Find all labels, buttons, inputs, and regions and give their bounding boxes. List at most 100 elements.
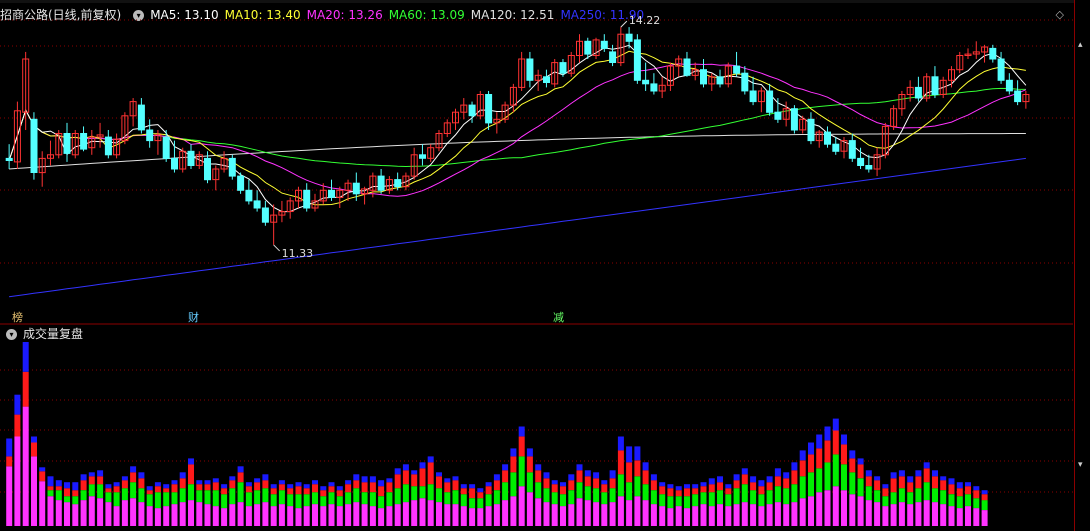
volume-bar-magenta — [808, 496, 814, 526]
candle-down — [162, 136, 170, 159]
volume-bar-red — [874, 480, 881, 491]
volume-bar-green — [543, 488, 550, 503]
volume-bar-blue — [725, 484, 732, 489]
volume-bar-blue — [923, 462, 930, 469]
volume-bar-blue — [874, 476, 881, 481]
volume-bar-blue — [667, 484, 674, 489]
volume-bar-red — [312, 484, 318, 493]
volume-bar-blue — [270, 484, 277, 489]
volume-bar-green — [171, 492, 178, 505]
volume-bar-magenta — [708, 506, 715, 526]
volume-bar-blue — [469, 484, 476, 489]
volume-bar-red — [634, 460, 641, 477]
volume-bar-green — [130, 482, 137, 499]
volume-bar-magenta — [97, 498, 104, 526]
volume-bar-magenta — [196, 502, 203, 526]
volume-bar-blue — [146, 486, 153, 491]
volume-bar-blue — [824, 426, 831, 441]
volume-bar-red — [700, 486, 707, 493]
volume-bar-green — [725, 494, 732, 507]
volume-bar-red — [130, 472, 137, 483]
volume-bar-red — [320, 490, 327, 497]
volume-bar-red — [816, 448, 823, 469]
volume-bar-green — [626, 482, 633, 501]
volume-bar-green — [601, 492, 608, 505]
volume-bar-green — [816, 468, 823, 493]
volume-bar-green — [113, 492, 120, 507]
volume-bar-blue — [568, 474, 575, 481]
right-scrollbar[interactable]: ▴ ▾ — [1074, 0, 1090, 531]
volume-bar-magenta — [295, 508, 302, 526]
volume-bar-red — [535, 470, 542, 483]
volume-bar-blue — [345, 480, 352, 485]
volume-bar-blue — [64, 482, 70, 489]
volume-bar-blue — [254, 478, 261, 483]
volume-bar-blue — [320, 486, 327, 491]
volume-bar-magenta — [849, 494, 856, 526]
volume-bar-green — [956, 496, 963, 509]
volume-bar-magenta — [956, 508, 963, 526]
volume-bar-red — [295, 486, 302, 495]
volume-bar-blue — [419, 462, 426, 469]
volume-bar-blue — [378, 480, 385, 487]
volume-bar-magenta — [857, 496, 864, 526]
volume-bar-magenta — [361, 504, 368, 526]
volume-bar-magenta — [212, 506, 219, 526]
kline-chart[interactable]: 14.22 11.33 榜 财 减 — [0, 0, 1090, 531]
high-label: 14.22 — [629, 14, 661, 27]
volume-bar-green — [741, 484, 748, 503]
volume-bar-green — [64, 496, 70, 503]
candle-down — [559, 62, 567, 74]
volume-bar-green — [72, 496, 79, 505]
scroll-up-icon[interactable]: ▴ — [1078, 40, 1083, 50]
volume-bar-blue — [915, 470, 922, 477]
volume-bar-blue — [758, 480, 765, 487]
volume-bar-green — [907, 492, 914, 505]
volume-bar-green — [188, 484, 194, 501]
volume-bar-red — [80, 480, 87, 491]
volume-bar-red — [146, 490, 153, 495]
scroll-down-icon[interactable]: ▾ — [1078, 460, 1083, 470]
candle-down — [625, 33, 633, 42]
volume-bar-green — [890, 492, 897, 505]
volume-bar-blue — [105, 484, 112, 489]
volume-bar-green — [965, 494, 971, 507]
volume-bar-green — [717, 490, 723, 505]
volume-bar-green — [758, 494, 765, 507]
volume-bar-blue — [750, 476, 757, 483]
volume-bar-blue — [14, 394, 21, 415]
volume-bar-red — [849, 458, 856, 473]
volume-bar-magenta — [923, 500, 930, 526]
volume-bar-red — [328, 486, 335, 493]
volume-bar-green — [684, 496, 690, 509]
volume-bar-magenta — [39, 481, 46, 526]
volume-bar-red — [684, 488, 690, 497]
candle-down — [253, 200, 261, 209]
volume-bar-magenta — [584, 500, 591, 526]
volume-bar-red — [47, 486, 54, 491]
volume-bar-red — [692, 488, 699, 495]
volume-bar-red — [345, 484, 352, 493]
volume-bar-magenta — [510, 496, 517, 526]
volume-bar-green — [336, 496, 343, 507]
volume-bar-magenta — [568, 504, 575, 526]
volume-bar-magenta — [700, 504, 707, 526]
candle-down — [204, 157, 211, 181]
volume-bar-green — [105, 492, 112, 503]
volume-bar-green — [121, 488, 128, 501]
volume-bar-blue — [328, 482, 335, 487]
volume-bar-blue — [659, 482, 666, 487]
volume-bar-magenta — [130, 498, 137, 526]
volume-bar-green — [700, 492, 707, 505]
volume-bar-green — [510, 472, 517, 497]
volume-bar-red — [485, 486, 492, 495]
volume-bar-red — [229, 480, 236, 489]
volume-bar-red — [278, 484, 285, 491]
volume-bar-green — [526, 472, 533, 493]
volume-bar-red — [237, 472, 244, 483]
candle-down — [989, 47, 997, 60]
volume-bar-red — [436, 476, 442, 489]
volume-bar-green — [138, 488, 145, 503]
volume-bar-magenta — [874, 502, 881, 526]
volume-bar-blue — [229, 476, 236, 481]
